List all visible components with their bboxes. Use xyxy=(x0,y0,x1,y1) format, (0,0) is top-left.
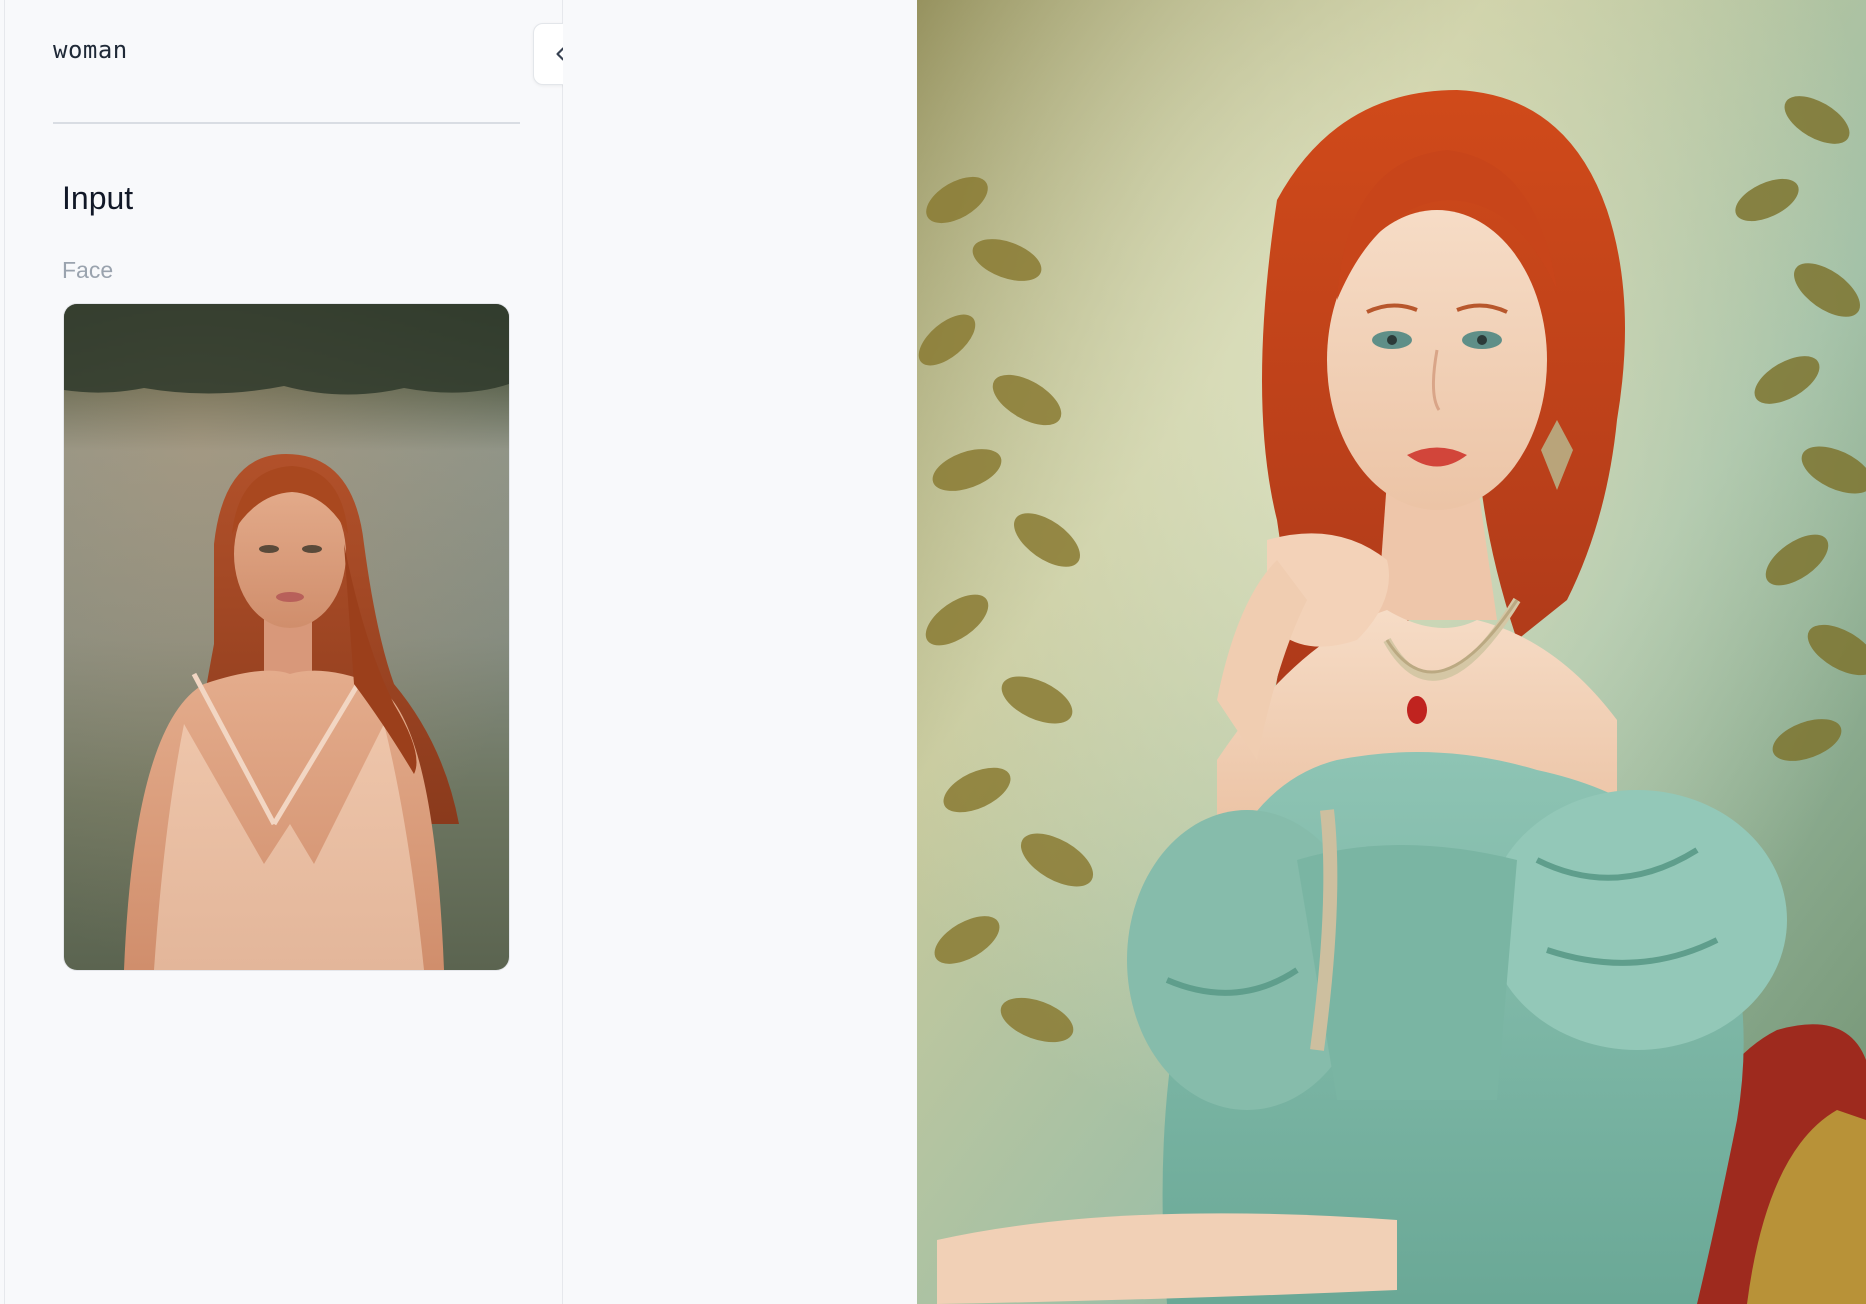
face-input-image[interactable] xyxy=(63,303,510,971)
divider xyxy=(53,122,520,124)
prompt-text[interactable]: woman xyxy=(53,36,128,64)
app-window: woman Input Face xyxy=(0,0,1866,1304)
face-field-label: Face xyxy=(62,257,114,283)
middle-blank-area xyxy=(563,0,917,1304)
input-section-title: Input xyxy=(62,180,134,216)
sidebar-panel: woman Input Face xyxy=(4,0,563,1304)
output-image[interactable] xyxy=(917,0,1866,1304)
